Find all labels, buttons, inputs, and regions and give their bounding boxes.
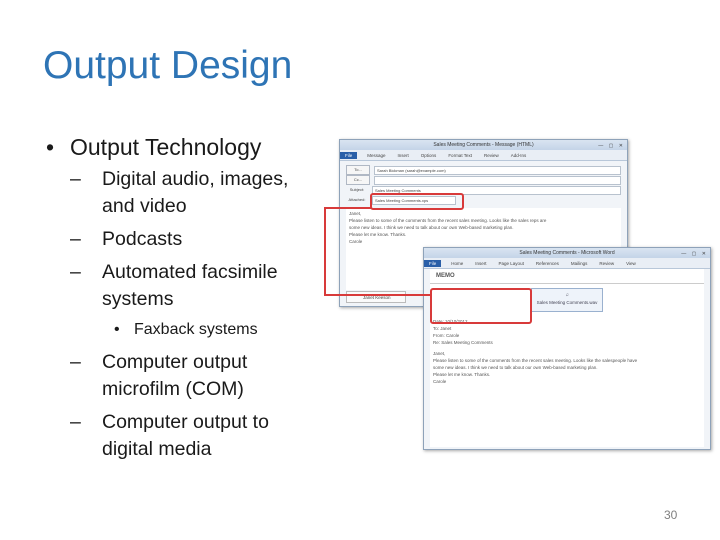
word-window-screenshot: Sales Meeting Comments - Microsoft Word … bbox=[423, 247, 711, 450]
highlight-connector-line bbox=[324, 207, 326, 295]
email-body-line: some new ideas. I think we need to talk … bbox=[349, 225, 514, 230]
ribbon-tab: Home bbox=[451, 260, 464, 266]
bullet-text-line: microfilm (COM) bbox=[102, 378, 244, 400]
window-controls-icon: — ▢ ✕ bbox=[681, 251, 708, 257]
audio-attachment-highlight bbox=[430, 288, 532, 324]
email-body-line: Please let me know. Thanks. bbox=[349, 232, 407, 237]
memo-body-line: Please listen to some of the comments fr… bbox=[433, 358, 638, 363]
dash-marker: – bbox=[70, 168, 81, 190]
attached-file-highlight bbox=[370, 193, 464, 210]
bullet-digital-media: – Computer output to digital media bbox=[46, 409, 316, 463]
bullet-text-line: Computer output bbox=[102, 351, 248, 373]
email-window-titlebar: Sales Meeting Comments - Message (HTML) … bbox=[340, 140, 627, 150]
ribbon-tab: Options bbox=[420, 152, 437, 158]
email-body-line: Carole bbox=[349, 239, 363, 244]
bullet-list: Output Technology – Digital audio, image… bbox=[46, 132, 316, 469]
word-ribbon-tabs: File Home Insert Page Layout References … bbox=[424, 258, 710, 269]
bullet-digital-audio: – Digital audio, images, and video bbox=[46, 166, 316, 220]
bullet-text-line: Automated facsimile bbox=[102, 261, 278, 283]
memo-body: Janet, Please listen to some of the comm… bbox=[430, 348, 704, 387]
bullet-text-line: systems bbox=[102, 288, 174, 310]
highlight-connector-line bbox=[324, 294, 431, 296]
email-body-line: Please listen to some of the comments fr… bbox=[349, 218, 547, 223]
bullet-com: – Computer output microfilm (COM) bbox=[46, 349, 316, 403]
memo-body-line: Carole bbox=[433, 379, 447, 384]
bullet-podcasts: – Podcasts bbox=[46, 226, 316, 253]
dash-marker: – bbox=[70, 411, 81, 433]
ribbon-tab-file: File bbox=[340, 151, 358, 159]
memo-field-line: To: Janet bbox=[433, 326, 452, 331]
bullet-text-line: Computer output to bbox=[102, 411, 269, 433]
dot-marker: • bbox=[114, 321, 120, 338]
dash-marker: – bbox=[70, 261, 81, 283]
to-row: To... Sarah Bickman (sarah@example.com) bbox=[340, 165, 627, 175]
cc-field bbox=[374, 175, 621, 185]
memo-heading: MEMO bbox=[430, 269, 704, 284]
email-ribbon-tabs: File Message Insert Options Format Text … bbox=[340, 150, 627, 161]
sender-card: Janet Keeson bbox=[346, 291, 406, 303]
ribbon-tab: Insert bbox=[397, 152, 409, 158]
bullet-text-line: and video bbox=[102, 195, 187, 217]
dash-marker: – bbox=[70, 228, 81, 250]
memo-body-line: Please let me know. Thanks. bbox=[433, 372, 491, 377]
ribbon-tab: Add-Ins bbox=[510, 152, 527, 158]
cc-button: Cc... bbox=[346, 175, 370, 185]
memo-body-line: some new ideas. I think we need to talk … bbox=[433, 365, 598, 370]
slide-title: Output Design bbox=[43, 44, 293, 87]
ribbon-tab: Page Layout bbox=[498, 260, 524, 266]
ribbon-tab: References bbox=[535, 260, 559, 266]
ribbon-tab: Message bbox=[367, 152, 386, 158]
bullet-text-line: Digital audio, images, bbox=[102, 168, 289, 190]
audio-attachment-label: Sales Meeting Comments.wav bbox=[536, 300, 598, 305]
bullet-text-line: digital media bbox=[102, 438, 212, 460]
memo-field-line: Re: Sales Meeting Comments bbox=[433, 340, 493, 345]
word-window-title: Sales Meeting Comments - Microsoft Word bbox=[519, 250, 615, 256]
audio-file-icon: ♫ bbox=[565, 292, 569, 297]
cc-row: Cc... bbox=[340, 175, 627, 185]
ribbon-tab: Review bbox=[484, 152, 499, 158]
memo-field-line: From: Carole bbox=[433, 333, 460, 338]
bullet-output-technology: Output Technology bbox=[46, 132, 316, 162]
ribbon-tab: Review bbox=[599, 260, 615, 266]
to-button: To... bbox=[346, 165, 370, 175]
ribbon-tab: View bbox=[626, 260, 636, 266]
attached-label: Attached: bbox=[348, 197, 366, 202]
bullet-text-line: Faxback systems bbox=[134, 321, 258, 338]
bullet-faxback: • Faxback systems bbox=[46, 319, 316, 341]
to-field: Sarah Bickman (sarah@example.com) bbox=[374, 165, 621, 175]
dash-marker: – bbox=[70, 351, 81, 373]
bullet-text-line: Podcasts bbox=[102, 228, 183, 250]
word-window-titlebar: Sales Meeting Comments - Microsoft Word … bbox=[424, 248, 710, 258]
email-body-line: Janet, bbox=[349, 211, 362, 216]
subject-label: Subject: bbox=[349, 187, 365, 192]
highlight-connector-line bbox=[324, 207, 371, 209]
ribbon-tab: Format Text bbox=[448, 152, 472, 158]
bullet-automated-facsimile: – Automated facsimile systems bbox=[46, 259, 316, 313]
audio-attachment: ♫ Sales Meeting Comments.wav bbox=[531, 288, 603, 312]
ribbon-tab: Insert bbox=[475, 260, 487, 266]
memo-body-line: Janet, bbox=[433, 351, 446, 356]
email-window-title: Sales Meeting Comments - Message (HTML) bbox=[433, 142, 534, 148]
page-number: 30 bbox=[664, 508, 678, 522]
ribbon-tab: Mailings bbox=[570, 260, 588, 266]
ribbon-tab-file: File bbox=[424, 259, 442, 267]
window-controls-icon: — ▢ ✕ bbox=[598, 143, 625, 149]
